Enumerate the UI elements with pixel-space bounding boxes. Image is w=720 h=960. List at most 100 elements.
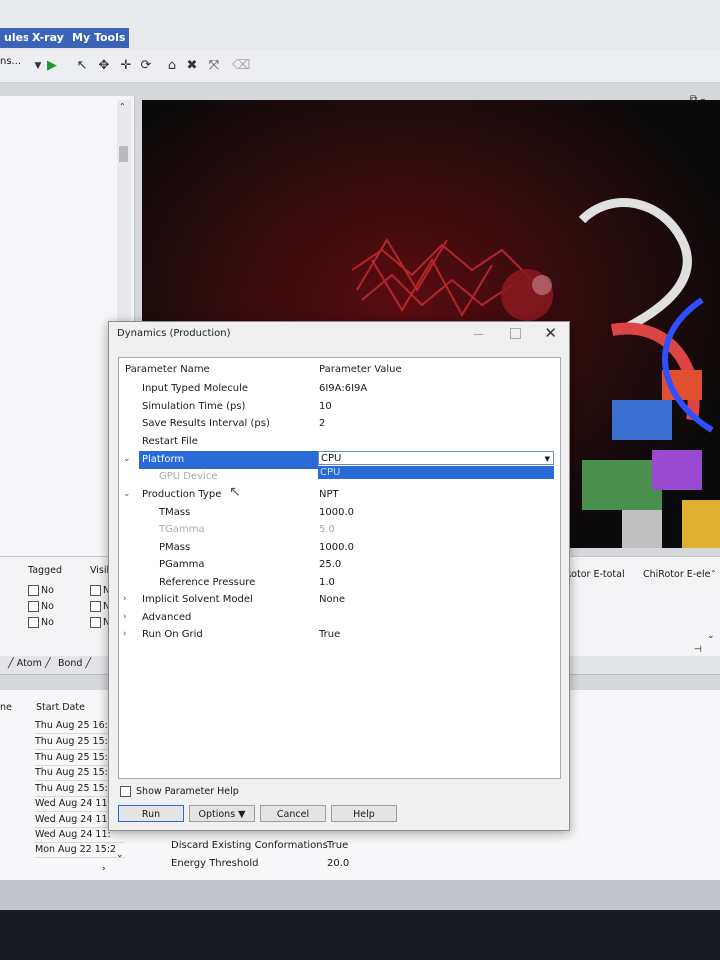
table-row[interactable]: No (28, 615, 54, 631)
param-value[interactable]: None (319, 591, 345, 609)
tab-atom-label: Atom (16, 658, 42, 669)
param-name: Production Type (142, 489, 222, 500)
viewer-window-icon[interactable]: ⧉ – (690, 94, 705, 105)
param-row-gpu-device: GPU Device (119, 468, 560, 486)
tagged-value: No (41, 585, 54, 596)
tagged-checkbox[interactable] (28, 601, 39, 612)
param-value[interactable]: 10 (319, 398, 332, 416)
visible-checkbox[interactable] (90, 617, 101, 628)
col-header-name[interactable]: ne (0, 702, 12, 713)
col-header-chirotor[interactable]: ChiRotor E-ele (643, 569, 711, 580)
tab-atom[interactable]: ╱ Atom ╱ (8, 658, 51, 669)
help-button[interactable]: Help (331, 805, 397, 822)
dialog-title: Dynamics (Production) (117, 328, 231, 339)
chevron-down-icon[interactable]: ▼ (545, 452, 550, 466)
dynamics-dialog: Dynamics (Production) ✕ Parameter Name P… (108, 321, 570, 831)
run-button[interactable]: Run (118, 805, 184, 822)
close-icon[interactable]: ✕ (544, 324, 557, 342)
platform-select[interactable]: CPU ▼ (318, 451, 554, 465)
param-row-production-type[interactable]: ⌄ Production Type NPT (119, 486, 560, 504)
param-name: Platform (139, 451, 318, 469)
param-value[interactable]: 2 (319, 415, 325, 433)
param-row-implicit-solvent[interactable]: › Implicit Solvent Model None (119, 591, 560, 609)
chevron-down-icon[interactable]: ⌄ (123, 486, 131, 504)
table-row[interactable]: No (28, 599, 54, 615)
translate-icon[interactable]: ✛ (118, 58, 134, 74)
move-icon[interactable]: ✥ (96, 58, 112, 74)
show-help-checkbox[interactable] (120, 786, 131, 797)
menu-bar: ules X-ray My Tools (0, 0, 720, 51)
pin-icon[interactable]: ⊣ (694, 645, 702, 655)
chevron-down-icon[interactable]: ⌄ (123, 451, 131, 469)
play-icon[interactable]: ▶ (44, 58, 60, 74)
maximize-icon[interactable] (510, 328, 521, 339)
minimize-icon[interactable] (474, 334, 483, 335)
param-row-simulation-time[interactable]: Simulation Time (ps) 10 (119, 398, 560, 416)
param-row-reference-pressure[interactable]: Reference Pressure 1.0 (119, 574, 560, 592)
col-header-tagged[interactable]: Tagged (28, 565, 62, 576)
tab-bond[interactable]: Bond ╱ (58, 658, 91, 669)
param-value[interactable]: 1.0 (319, 574, 335, 592)
mouse-cursor-icon: ↖ (229, 484, 241, 500)
param-row-restart-file[interactable]: Restart File (119, 433, 560, 451)
param-value[interactable]: 1000.0 (319, 504, 354, 522)
rotate-icon[interactable]: ⟳ (138, 58, 154, 74)
chevron-right-icon[interactable]: › (102, 864, 106, 874)
param-row-save-interval[interactable]: Save Results Interval (ps) 2 (119, 415, 560, 433)
menu-tab-xray[interactable]: X-ray (28, 28, 68, 48)
menu-tab-my-tools[interactable]: My Tools (68, 28, 130, 48)
scroll-thumb[interactable] (119, 146, 128, 162)
param-value[interactable]: True (319, 626, 340, 644)
col-header-rotor-etotal[interactable]: Rotor E-total (565, 569, 625, 580)
tagged-value: No (41, 601, 54, 612)
chevron-down-icon[interactable]: ⌄ (707, 631, 715, 641)
param-name: PMass (159, 542, 191, 553)
col-header-param-name: Parameter Name (125, 364, 210, 375)
chevron-right-icon[interactable]: › (123, 591, 127, 609)
table-row[interactable]: No (28, 583, 54, 599)
param-value[interactable]: 25.0 (319, 556, 341, 574)
param-value[interactable]: 1000.0 (319, 539, 354, 557)
list-item[interactable]: Mon Aug 22 15:2 (35, 842, 125, 858)
chevron-down-icon[interactable]: ⌄ (116, 850, 124, 860)
parameter-table: Parameter Name Parameter Value Input Typ… (118, 357, 561, 779)
param-name: Advanced (142, 612, 192, 623)
fit-icon[interactable]: ⤧ (206, 58, 222, 74)
param-energy-value[interactable]: 20.0 (327, 858, 349, 869)
tagged-checkbox[interactable] (28, 617, 39, 628)
param-value[interactable]: 6I9A:6I9A (319, 380, 367, 398)
home-icon[interactable]: ⌂ (164, 58, 180, 74)
param-row-advanced[interactable]: › Advanced (119, 609, 560, 627)
sort-up-icon[interactable]: ⌃ (710, 569, 717, 578)
pointer-icon[interactable]: ↖ (74, 58, 90, 74)
show-help-label: Show Parameter Help (136, 786, 239, 797)
scroll-up-icon[interactable]: ⌃ (119, 102, 126, 111)
cancel-button[interactable]: Cancel (260, 805, 326, 822)
visible-checkbox[interactable] (90, 601, 101, 612)
param-row-pmass[interactable]: PMass 1000.0 (119, 539, 560, 557)
visible-checkbox[interactable] (90, 585, 101, 596)
tagged-value: No (41, 617, 54, 628)
status-strip (0, 880, 720, 910)
col-header-start-date[interactable]: Start Date (36, 702, 85, 713)
param-discard-name: Discard Existing Conformations (171, 840, 328, 851)
param-name: Save Results Interval (ps) (142, 418, 270, 429)
param-name: Restart File (142, 436, 198, 447)
param-name: PGamma (159, 559, 205, 570)
toolbar-dropdown[interactable]: ns... (0, 56, 21, 67)
param-value[interactable]: NPT (319, 486, 339, 504)
chevron-right-icon[interactable]: › (123, 609, 127, 627)
show-help-option[interactable]: Show Parameter Help (120, 786, 239, 797)
options-button[interactable]: Options ▼ (189, 805, 255, 822)
param-row-run-on-grid[interactable]: › Run On Grid True (119, 626, 560, 644)
chevron-right-icon[interactable]: › (123, 626, 127, 644)
platform-select-value: CPU (321, 453, 342, 464)
param-discard-value[interactable]: True (327, 840, 348, 851)
tagged-checkbox[interactable] (28, 585, 39, 596)
param-row-tmass[interactable]: TMass 1000.0 (119, 504, 560, 522)
param-row-pgamma[interactable]: PGamma 25.0 (119, 556, 560, 574)
close-x-icon[interactable]: ✖ (184, 58, 200, 74)
param-name: Simulation Time (ps) (142, 401, 246, 412)
param-row-input-molecule[interactable]: Input Typed Molecule 6I9A:6I9A (119, 380, 560, 398)
param-row-tgamma: TGamma 5.0 (119, 521, 560, 539)
